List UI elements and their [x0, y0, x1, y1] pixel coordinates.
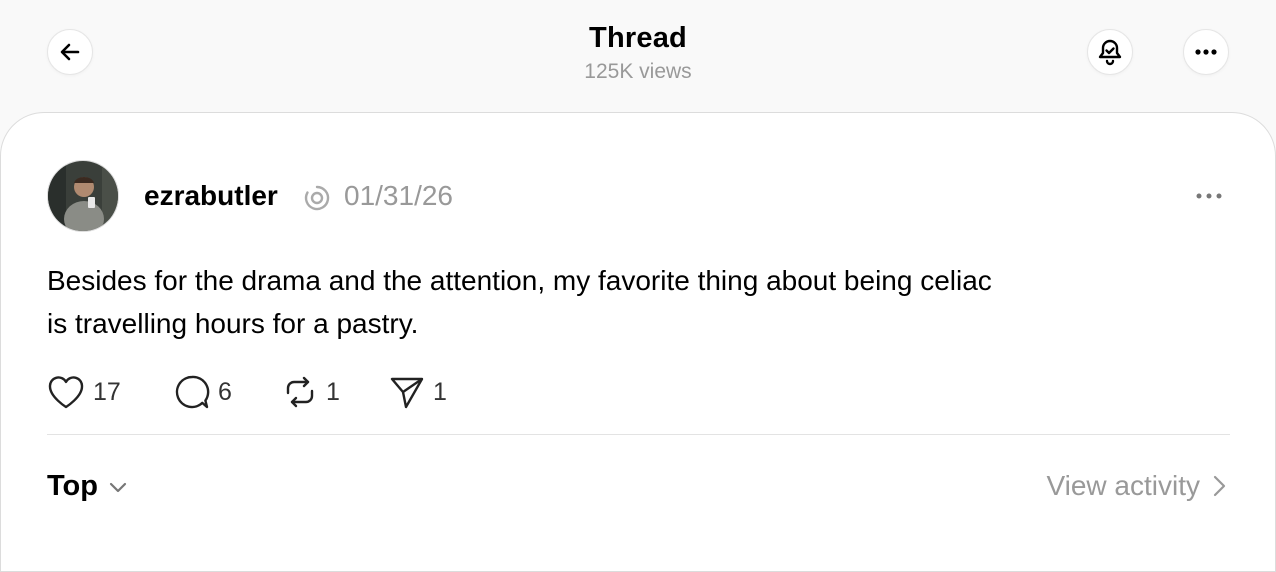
- like-count: 17: [93, 377, 121, 406]
- thread-more-button[interactable]: [1183, 29, 1229, 75]
- repost-icon: [286, 376, 314, 408]
- post-text-line: Besides for the drama and the attention,…: [47, 265, 992, 296]
- notify-button[interactable]: [1087, 29, 1133, 75]
- repost-count: 1: [326, 377, 340, 406]
- page-title: Thread: [589, 22, 687, 54]
- share-button[interactable]: 1: [389, 372, 447, 412]
- post-date: 01/31/26: [344, 180, 453, 211]
- send-icon: [390, 377, 424, 409]
- sort-label: Top: [47, 470, 98, 502]
- chevron-right-icon: [1213, 475, 1226, 497]
- avatar-photo: [48, 161, 118, 231]
- post-text-line: is travelling hours for a pastry.: [47, 308, 419, 339]
- comment-icon: [175, 375, 210, 409]
- view-count: 125K views: [584, 60, 692, 83]
- more-horizontal-icon: [1195, 49, 1217, 55]
- heart-icon: [48, 376, 84, 409]
- bell-check-icon: [1098, 39, 1122, 66]
- thread-header: Thread 125K views: [0, 0, 1276, 112]
- share-count: 1: [433, 377, 447, 406]
- post-body: Besides for the drama and the attention,…: [47, 259, 1127, 345]
- like-button[interactable]: 17: [47, 372, 121, 412]
- sort-dropdown[interactable]: Top: [47, 470, 130, 503]
- more-horizontal-icon: [1196, 193, 1222, 199]
- thread-status-icon: [304, 185, 330, 211]
- chevron-down-icon: [109, 482, 127, 492]
- view-activity-label: View activity: [1046, 470, 1200, 501]
- post-username[interactable]: ezrabutler: [144, 180, 278, 212]
- post-more-button[interactable]: [1192, 186, 1226, 206]
- repost-button[interactable]: 1: [282, 372, 340, 412]
- view-activity-link[interactable]: View activity: [1046, 470, 1230, 502]
- reply-button[interactable]: 6: [174, 372, 232, 412]
- divider: [47, 434, 1230, 435]
- reply-count: 6: [218, 377, 232, 406]
- avatar[interactable]: [47, 160, 119, 232]
